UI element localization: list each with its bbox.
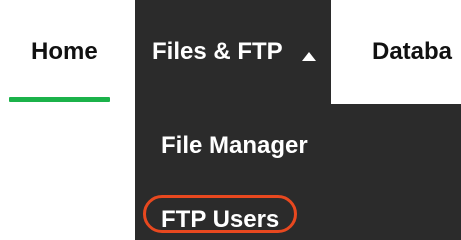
files-ftp-dropdown-menu: File Manager FTP Users [135, 104, 461, 240]
chevron-up-icon [302, 52, 316, 61]
tab-files-ftp[interactable]: Files & FTP [135, 0, 331, 104]
top-navigation: Home Files & FTP Databa [0, 0, 461, 104]
menu-item-file-manager[interactable]: File Manager [161, 134, 308, 158]
tab-home[interactable]: Home [31, 40, 98, 64]
tab-databases[interactable]: Databa [372, 40, 452, 64]
menu-item-ftp-users[interactable]: FTP Users [161, 208, 279, 232]
active-tab-indicator [9, 97, 110, 102]
tab-files-ftp-label: Files & FTP [152, 38, 283, 65]
